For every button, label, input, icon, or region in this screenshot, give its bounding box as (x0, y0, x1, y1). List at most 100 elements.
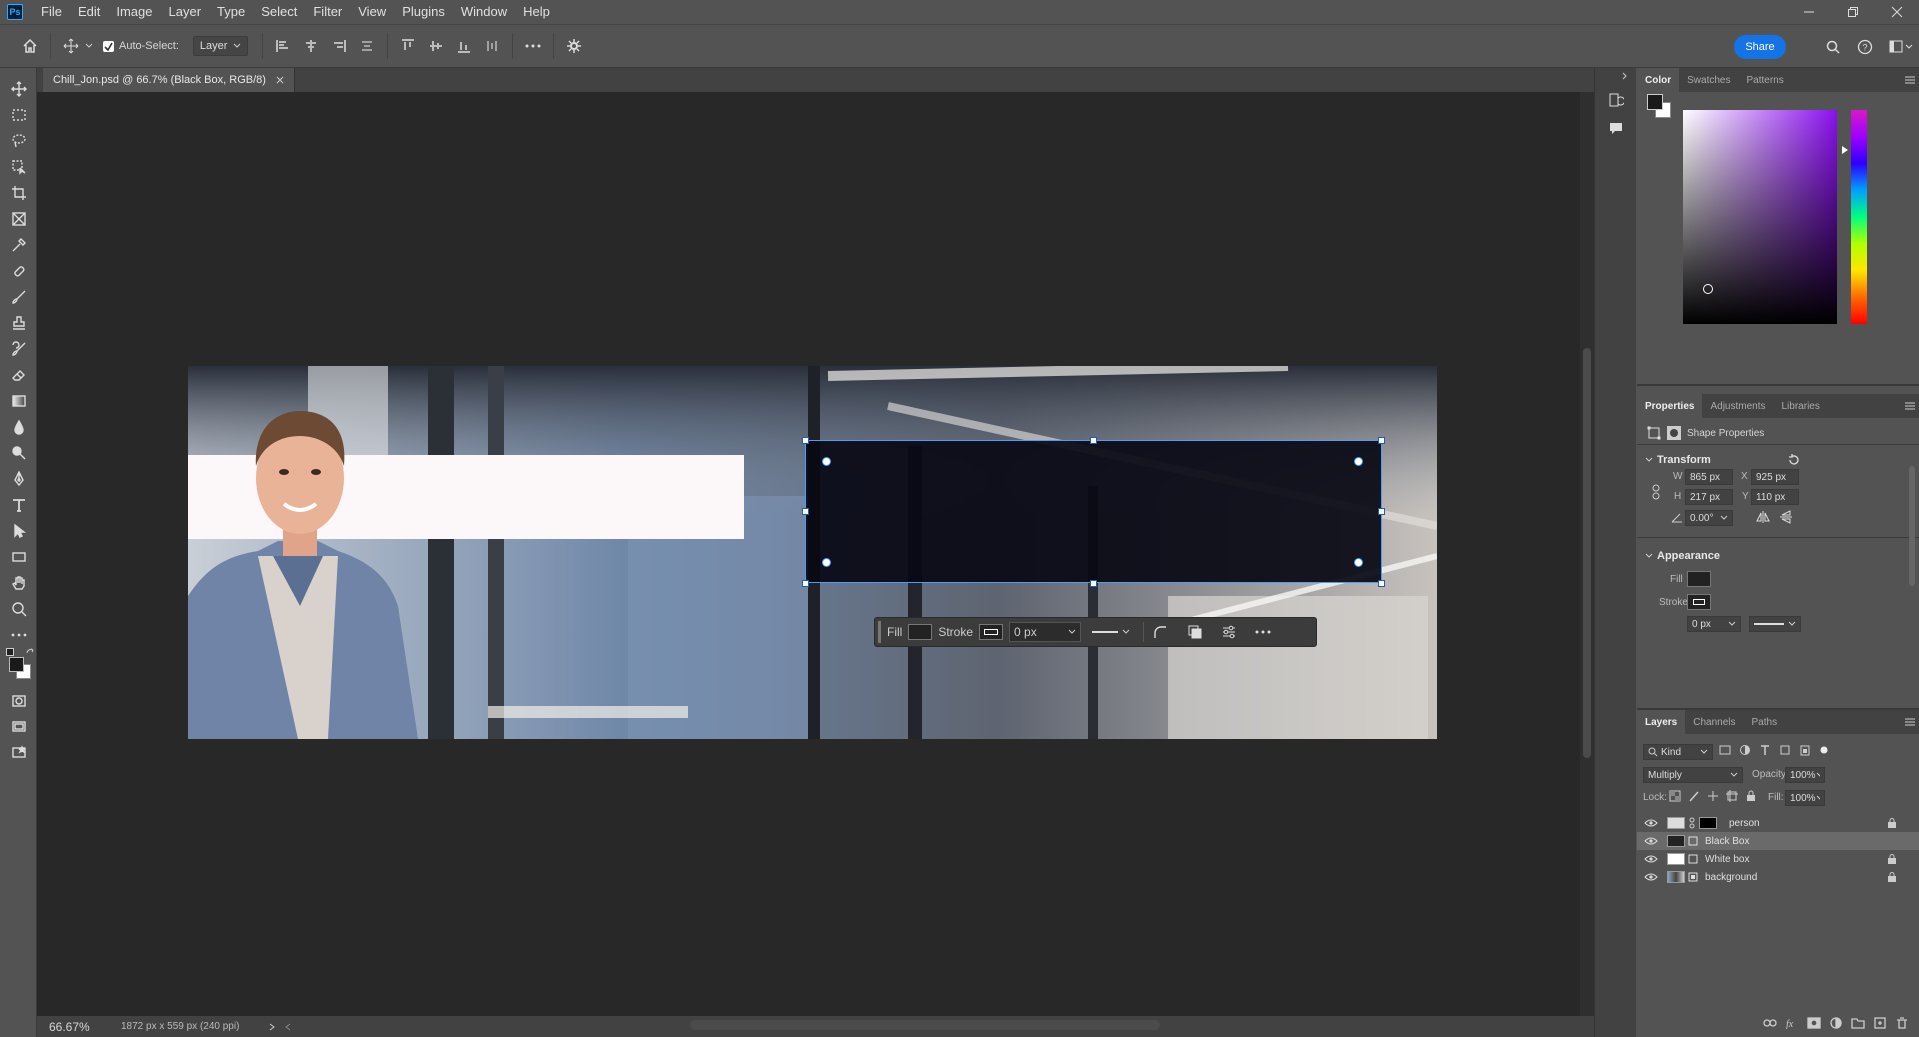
panel-menu-icon[interactable] (1905, 402, 1915, 410)
type-tool-icon[interactable] (0, 492, 37, 518)
ctx-stroke-width-input[interactable]: 0 px (1009, 622, 1082, 642)
layer-lock-icon[interactable] (1887, 872, 1897, 882)
auto-select-dropdown[interactable]: Layer (192, 36, 249, 56)
ctx-stroke-swatch[interactable] (979, 624, 1004, 640)
corner-radius-handle[interactable] (1354, 558, 1363, 567)
hue-slider[interactable] (1851, 110, 1867, 324)
fill-input[interactable]: 100% (1785, 790, 1825, 806)
transform-section-header[interactable]: Transform (1645, 454, 1711, 466)
menu-select[interactable]: Select (253, 0, 305, 24)
tab-channels[interactable]: Channels (1685, 710, 1743, 734)
align-vertical-centers-icon[interactable] (422, 32, 450, 60)
appearance-section-header[interactable]: Appearance (1645, 550, 1720, 562)
add-mask-icon[interactable] (1807, 1017, 1821, 1029)
close-window-button[interactable] (1875, 0, 1919, 24)
y-input[interactable]: 110 px (1751, 489, 1799, 505)
lock-pixels-icon[interactable] (1688, 790, 1700, 802)
drag-handle[interactable] (878, 621, 881, 643)
ctx-stroke-style-dropdown[interactable] (1087, 622, 1135, 642)
menu-file[interactable]: File (33, 0, 70, 24)
blend-mode-select[interactable]: Multiply (1643, 767, 1743, 783)
appearance-stroke-swatch[interactable] (1687, 594, 1711, 610)
distribute-horizontal-icon[interactable] (478, 32, 506, 60)
transform-handle-middle-right[interactable] (1378, 508, 1385, 515)
adjustment-layer-icon[interactable] (1829, 1017, 1843, 1029)
visibility-eye-icon[interactable] (1641, 819, 1661, 827)
flip-horizontal-icon[interactable] (1756, 510, 1770, 524)
width-input[interactable]: 865 px (1685, 469, 1733, 485)
appearance-fill-swatch[interactable] (1687, 571, 1711, 587)
move-tool-icon[interactable] (0, 76, 37, 102)
rectangle-tool-icon[interactable] (0, 544, 37, 570)
opacity-input[interactable]: 100% (1785, 767, 1825, 783)
home-icon[interactable] (16, 32, 44, 60)
scroll-left-icon[interactable] (285, 1023, 291, 1031)
layer-lock-icon[interactable] (1887, 818, 1897, 828)
zoom-tool-icon[interactable] (0, 596, 37, 622)
vertical-scrollbar[interactable] (1580, 92, 1594, 1016)
collapse-panels-icon[interactable] (1595, 68, 1636, 86)
visibility-eye-icon[interactable] (1641, 855, 1661, 863)
tab-adjustments[interactable]: Adjustments (1702, 394, 1773, 418)
reset-transform-icon[interactable] (1787, 453, 1801, 467)
comments-panel-icon[interactable] (1595, 114, 1636, 142)
move-tool-icon[interactable] (57, 32, 85, 60)
chevron-down-icon[interactable] (85, 43, 93, 49)
layer-lock-icon[interactable] (1887, 854, 1897, 864)
search-icon[interactable] (1819, 33, 1847, 61)
gear-icon[interactable] (560, 32, 588, 60)
menu-filter[interactable]: Filter (305, 0, 350, 24)
restore-button[interactable] (1831, 0, 1875, 24)
visibility-eye-icon[interactable] (1641, 873, 1661, 881)
tab-layers[interactable]: Layers (1637, 710, 1686, 734)
gradient-tool-icon[interactable] (0, 388, 37, 414)
history-brush-icon[interactable] (0, 336, 37, 362)
layer-row-background[interactable]: background (1637, 868, 1919, 886)
distribute-vertical-icon[interactable] (353, 32, 381, 60)
new-group-icon[interactable] (1851, 1017, 1865, 1029)
flip-vertical-icon[interactable] (1779, 510, 1793, 524)
transform-handle-bottom-center[interactable] (1090, 580, 1097, 587)
tab-properties[interactable]: Properties (1637, 394, 1703, 418)
filter-type-icon[interactable] (1759, 744, 1771, 756)
generative-ai-icon[interactable] (0, 740, 37, 766)
dodge-tool-icon[interactable] (0, 440, 37, 466)
hue-slider-marker[interactable] (1842, 146, 1848, 154)
layer-mask-thumbnail[interactable] (1699, 817, 1717, 829)
default-colors-icon[interactable] (6, 648, 14, 656)
ctx-fill-swatch[interactable] (908, 624, 933, 640)
document-tab[interactable]: Chill_Jon.psd @ 66.7% (Black Box, RGB/8) (43, 68, 295, 92)
eyedropper-icon[interactable] (0, 232, 37, 258)
transform-handle-middle-left[interactable] (802, 508, 809, 515)
layer-row-white-box[interactable]: White box (1637, 850, 1919, 868)
lock-all-icon[interactable] (1745, 790, 1757, 802)
lock-artboard-icon[interactable] (1726, 790, 1738, 802)
filter-smart-object-icon[interactable] (1799, 744, 1811, 756)
corner-radius-handle[interactable] (822, 558, 831, 567)
appearance-stroke-style[interactable] (1749, 616, 1801, 632)
transform-bounding-box[interactable] (805, 440, 1382, 583)
align-bottom-edges-icon[interactable] (450, 32, 478, 60)
path-selection-icon[interactable] (0, 518, 37, 544)
layer-row-person[interactable]: person (1637, 814, 1919, 832)
filter-shape-icon[interactable] (1779, 744, 1791, 756)
chevron-right-icon[interactable] (269, 1023, 276, 1031)
object-selection-icon[interactable] (0, 154, 37, 180)
delete-layer-icon[interactable] (1895, 1017, 1909, 1029)
tab-swatches[interactable]: Swatches (1679, 68, 1738, 92)
tab-color[interactable]: Color (1637, 68, 1680, 92)
combine-shapes-icon[interactable] (1178, 624, 1212, 640)
transform-handle-bottom-right[interactable] (1378, 580, 1385, 587)
close-icon[interactable] (276, 76, 284, 84)
minimize-button[interactable] (1787, 0, 1831, 24)
align-left-edges-icon[interactable] (269, 32, 297, 60)
menu-layer[interactable]: Layer (161, 0, 210, 24)
color-picker-cursor[interactable] (1703, 284, 1713, 294)
brush-tool-icon[interactable] (0, 284, 37, 310)
align-horizontal-centers-icon[interactable] (297, 32, 325, 60)
menu-type[interactable]: Type (209, 0, 253, 24)
crop-tool-icon[interactable] (0, 180, 37, 206)
lock-transparent-icon[interactable] (1669, 790, 1681, 802)
angle-input[interactable]: 0.00° (1685, 510, 1733, 526)
workspace-switcher-icon[interactable] (1883, 33, 1919, 61)
